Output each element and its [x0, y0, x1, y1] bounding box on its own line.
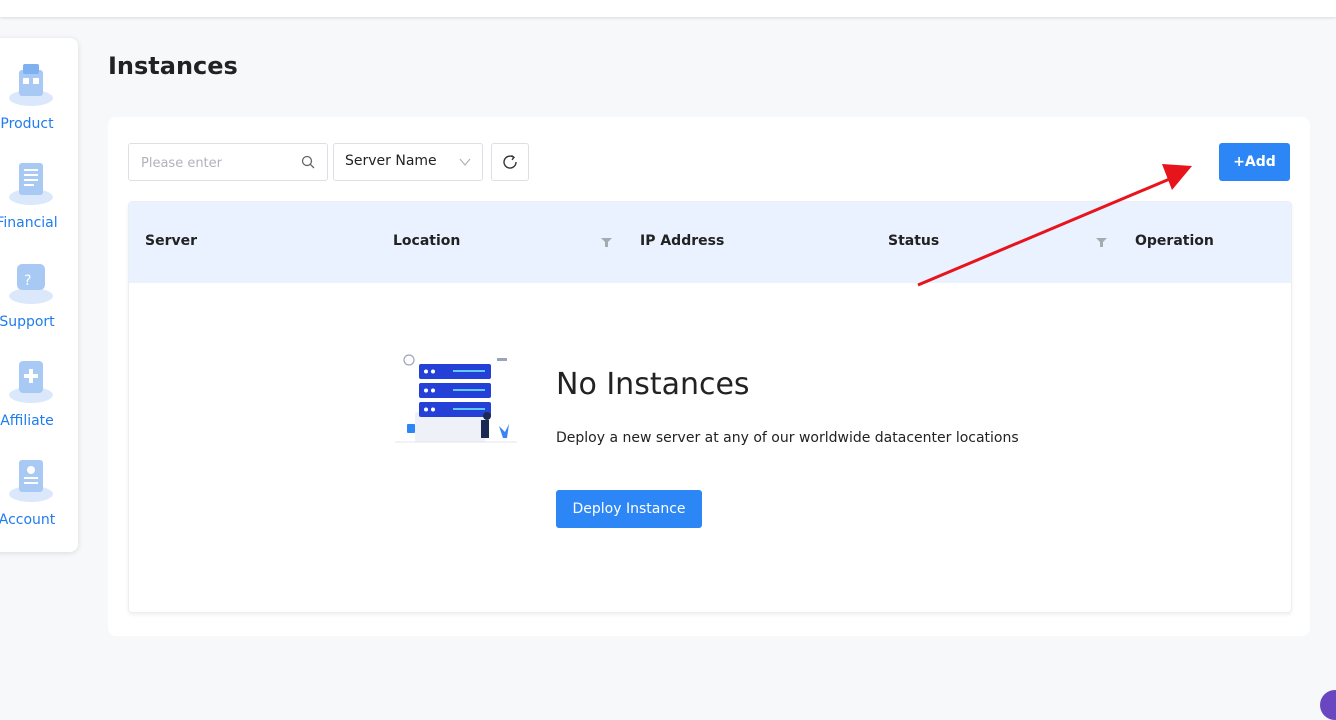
affiliate-icon: [9, 361, 53, 403]
empty-state-title: No Instances: [556, 367, 750, 402]
sidebar-item-label: Support: [0, 314, 55, 330]
financial-icon: [9, 163, 53, 205]
empty-state-description: Deploy a new server at any of our worldw…: [556, 430, 1019, 446]
sidebar-item-label: Product: [0, 116, 54, 132]
sidebar-item-label: Financial: [0, 215, 58, 231]
add-button[interactable]: +Add: [1219, 143, 1290, 181]
sidebar: Product Financial ? Support Affiliate Ac…: [0, 38, 78, 552]
sidebar-item-financial[interactable]: Financial: [0, 157, 78, 247]
page-title: Instances: [108, 52, 238, 80]
chat-widget-icon[interactable]: [1320, 690, 1336, 720]
annotation-arrow-icon: [917, 164, 1192, 287]
column-header-ip-address: IP Address: [640, 233, 725, 249]
search-icon[interactable]: [301, 155, 315, 169]
sidebar-item-account[interactable]: Account: [0, 454, 78, 544]
sidebar-item-label: Affiliate: [0, 413, 54, 429]
svg-text:?: ?: [24, 273, 31, 289]
refresh-button[interactable]: [491, 143, 529, 181]
filter-field-select[interactable]: Server Name: [333, 143, 483, 181]
location-filter-icon[interactable]: [601, 237, 612, 248]
sidebar-item-label: Account: [0, 512, 56, 528]
product-icon: [9, 64, 53, 106]
column-header-server: Server: [145, 233, 198, 249]
deploy-instance-button[interactable]: Deploy Instance: [556, 490, 702, 528]
refresh-icon: [503, 154, 517, 169]
search-box: [128, 143, 328, 182]
support-icon: ?: [9, 264, 53, 304]
sidebar-item-affiliate[interactable]: Affiliate: [0, 355, 78, 445]
column-header-location: Location: [393, 233, 461, 249]
account-icon: [9, 460, 53, 502]
sidebar-item-support[interactable]: ? Support: [0, 256, 78, 346]
sidebar-item-product[interactable]: Product: [0, 58, 78, 148]
server-illustration: [395, 354, 517, 443]
top-bar: [0, 0, 1336, 17]
filter-field-value: Server Name: [345, 153, 437, 169]
search-input[interactable]: [139, 144, 293, 182]
chevron-down-icon: [459, 158, 471, 166]
